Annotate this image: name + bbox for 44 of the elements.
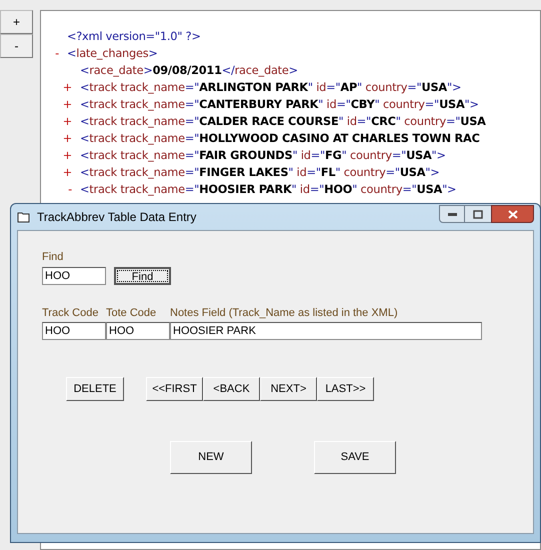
notes-field[interactable]: HOOSIER PARK [170,322,482,340]
zoom-in-button[interactable]: + [0,10,33,34]
minimize-icon [448,212,456,216]
expand-toggle[interactable]: + [62,96,72,113]
xml-line: <track track_name="CANTERBURY PARK" id="CBY" country="USA"> [80,97,479,113]
track-code-field[interactable]: HOO [42,322,106,340]
xml-line: <track track_name="ARLINGTON PARK" id="AP" country="USA"> [80,80,462,96]
xml-line: <track track_name="HOLLYWOOD CASINO AT CHARLES TOWN RAC [80,131,480,147]
save-button[interactable]: SAVE [314,441,396,474]
expand-toggle[interactable]: + [62,130,72,147]
collapse-toggle[interactable]: - [68,181,72,198]
expand-toggle[interactable]: + [62,113,72,130]
new-button[interactable]: NEW [170,441,252,474]
back-button[interactable]: <BACK [203,377,260,401]
collapse-toggle[interactable]: - [55,45,59,62]
expand-toggle[interactable]: + [62,164,72,181]
expand-toggle[interactable]: + [62,79,72,96]
field-label: Notes Field (Track_Name as listed in the XML) [170,306,399,320]
restore-icon [473,210,483,218]
close-icon [508,210,518,218]
field-label: Track Code [42,306,100,320]
next-button[interactable]: NEXT> [260,377,317,401]
find-button[interactable]: Find [114,266,171,284]
find-input-field[interactable]: HOO [42,266,106,284]
first-button[interactable]: <<FIRST [146,377,203,401]
maximize-button[interactable] [465,205,491,223]
find-label: Find [42,250,64,265]
expand-toggle[interactable]: + [62,147,72,164]
xml-line: <late_changes> [67,46,158,62]
window-title: TrackAbbrev Table Data Entry [37,209,196,226]
zoom-out-button[interactable]: - [0,34,33,58]
xml-line: <track track_name="CALDER RACE COURSE" id="CRC" country="USA [80,114,486,130]
tote-code-field[interactable]: HOO [106,322,170,340]
xml-line: <track track_name="FINGER LAKES" id="FL" country="USA"> [80,165,440,181]
close-button[interactable] [491,205,534,223]
field-label: Tote Code [106,306,158,320]
delete-button[interactable]: DELETE [66,377,124,401]
xml-line: <race_date>09/08/2011</race_date> [80,63,298,79]
minimize-button[interactable] [439,205,465,223]
xml-line: <track track_name="HOOSIER PARK" id="HOO" country="USA"> [80,182,456,198]
xml-line: <?xml version="1.0" ?> [67,29,201,45]
window-app-icon [17,211,31,223]
last-button[interactable]: LAST>> [317,377,374,401]
xml-line: <track track_name="FAIR GROUNDS" id="FG" country="USA"> [80,148,446,164]
